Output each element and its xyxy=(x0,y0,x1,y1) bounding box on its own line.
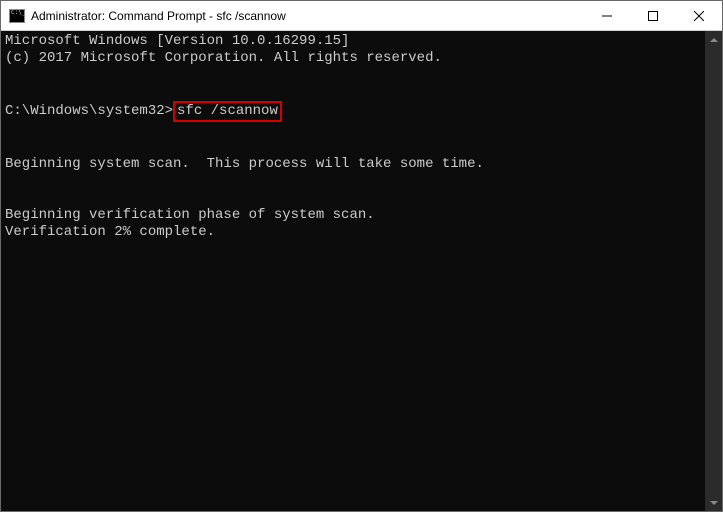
command-text: sfc /scannow xyxy=(177,103,278,119)
vertical-scrollbar[interactable] xyxy=(705,31,722,511)
window-controls xyxy=(584,1,722,30)
command-highlight: sfc /scannow xyxy=(173,101,282,122)
scroll-up-arrow[interactable] xyxy=(705,31,722,48)
window-title: Administrator: Command Prompt - sfc /sca… xyxy=(31,9,584,23)
titlebar[interactable]: Administrator: Command Prompt - sfc /sca… xyxy=(1,1,722,31)
minimize-button[interactable] xyxy=(584,1,630,30)
console-area: Microsoft Windows [Version 10.0.16299.15… xyxy=(1,31,722,511)
verification-phase-message: Beginning verification phase of system s… xyxy=(5,207,375,223)
scroll-track[interactable] xyxy=(705,48,722,494)
maximize-button[interactable] xyxy=(630,1,676,30)
close-button[interactable] xyxy=(676,1,722,30)
copyright-line: (c) 2017 Microsoft Corporation. All righ… xyxy=(5,50,442,66)
command-prompt-window: Administrator: Command Prompt - sfc /sca… xyxy=(0,0,723,512)
scan-start-message: Beginning system scan. This process will… xyxy=(5,156,484,172)
scroll-down-arrow[interactable] xyxy=(705,494,722,511)
console-output[interactable]: Microsoft Windows [Version 10.0.16299.15… xyxy=(1,31,705,511)
cmd-icon xyxy=(9,9,25,23)
prompt-text: C:\Windows\system32> xyxy=(5,103,173,119)
version-line: Microsoft Windows [Version 10.0.16299.15… xyxy=(5,33,349,49)
progress-message: Verification 2% complete. xyxy=(5,224,215,240)
